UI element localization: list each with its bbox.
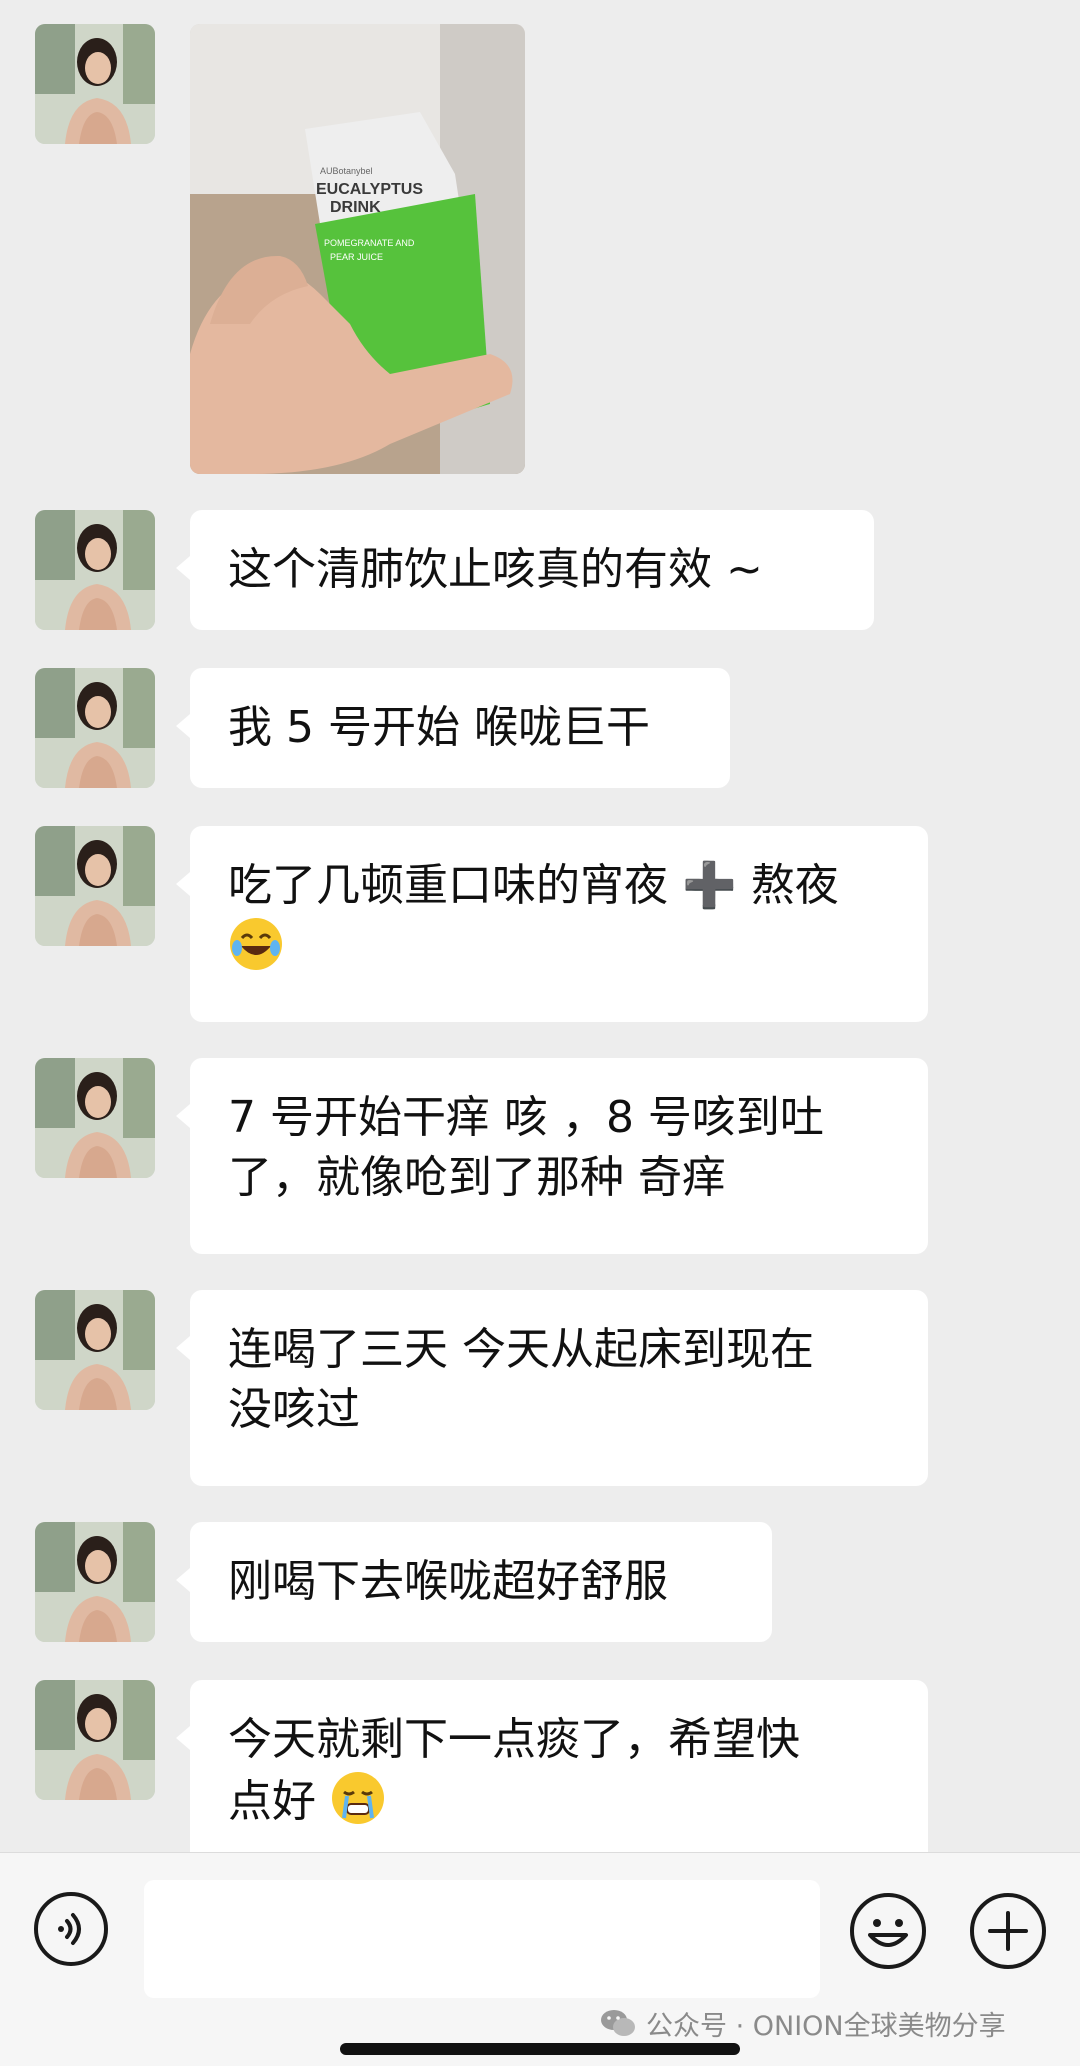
contact-avatar[interactable]: [35, 24, 155, 144]
message-bubble[interactable]: 今天就剩下一点痰了，希望快 点好: [176, 1680, 928, 1852]
message-text: 了，就像呛到了那种 奇痒: [228, 1152, 726, 1203]
avatar-photo: [35, 510, 155, 630]
brand-text: AUBotanybel: [320, 166, 373, 176]
product-name-text: EUCALYPTUS: [316, 181, 423, 198]
watermark: 公众号 · ONION全球美物分享: [600, 2003, 1006, 2043]
more-options-button[interactable]: [968, 1891, 1048, 1971]
avatar-photo: [35, 1680, 155, 1800]
message-text: 这个清肺饮止咳真的有效 ~: [228, 544, 763, 595]
contact-avatar[interactable]: [35, 510, 155, 630]
message-bubble[interactable]: 我 5 号开始 喉咙巨干: [176, 668, 730, 788]
message-text: 点好: [228, 1776, 316, 1827]
contact-avatar[interactable]: [35, 1058, 155, 1178]
message-text: 今天就剩下一点痰了，希望快: [228, 1714, 800, 1765]
message-bubble[interactable]: 刚喝下去喉咙超好舒服: [176, 1522, 772, 1642]
message-text: 连喝了三天 今天从起床到现在: [228, 1324, 814, 1375]
product-type-text: DRINK: [330, 199, 381, 216]
product-flavor-text-2: PEAR JUICE: [330, 252, 383, 262]
product-photo-message[interactable]: AUBotanybel EUCALYPTUS DRINK POMEGRANATE…: [190, 24, 525, 474]
contact-avatar[interactable]: [35, 668, 155, 788]
message-bubble[interactable]: 7 号开始干痒 咳 ，8 号咳到吐 了，就像呛到了那种 奇痒: [176, 1058, 928, 1254]
product-photo: AUBotanybel EUCALYPTUS DRINK POMEGRANATE…: [190, 24, 525, 474]
watermark-text: 公众号 · ONION全球美物分享: [646, 2010, 1006, 2042]
emoji-picker-button[interactable]: [848, 1891, 928, 1971]
contact-avatar[interactable]: [35, 826, 155, 946]
message-text: 吃了几顿重口味的宵夜 ➕ 熬夜: [228, 860, 839, 911]
voice-input-button[interactable]: [33, 1891, 109, 1967]
contact-avatar[interactable]: [35, 1522, 155, 1642]
laugh-cry-emoji: [230, 918, 282, 970]
product-flavor-text: POMEGRANATE AND: [324, 238, 415, 248]
avatar-photo: [35, 668, 155, 788]
chat-input-bar: 公众号 · ONION全球美物分享: [0, 1852, 1080, 2066]
message-bubble[interactable]: 这个清肺饮止咳真的有效 ~: [176, 510, 874, 630]
message-text: 刚喝下去喉咙超好舒服: [228, 1556, 668, 1607]
message-text: 没咳过: [228, 1384, 360, 1435]
avatar-photo: [35, 1058, 155, 1178]
contact-avatar[interactable]: [35, 1680, 155, 1800]
message-text: 7 号开始干痒 咳 ，8 号咳到吐: [228, 1092, 824, 1143]
message-text: 我 5 号开始 喉咙巨干: [228, 702, 650, 753]
tearful-emoji: [332, 1772, 384, 1824]
home-indicator: [340, 2043, 740, 2055]
message-bubble[interactable]: 吃了几顿重口味的宵夜 ➕ 熬夜: [176, 826, 928, 1022]
message-bubble[interactable]: 连喝了三天 今天从起床到现在 没咳过: [176, 1290, 928, 1486]
contact-avatar[interactable]: [35, 1290, 155, 1410]
avatar-photo: [35, 826, 155, 946]
avatar-photo: [35, 1290, 155, 1410]
avatar-photo: [35, 1522, 155, 1642]
chat-message-list[interactable]: AUBotanybel EUCALYPTUS DRINK POMEGRANATE…: [0, 0, 1080, 1852]
message-input[interactable]: [144, 1880, 820, 1998]
wechat-icon: [601, 2010, 635, 2036]
avatar-photo: [35, 24, 155, 144]
